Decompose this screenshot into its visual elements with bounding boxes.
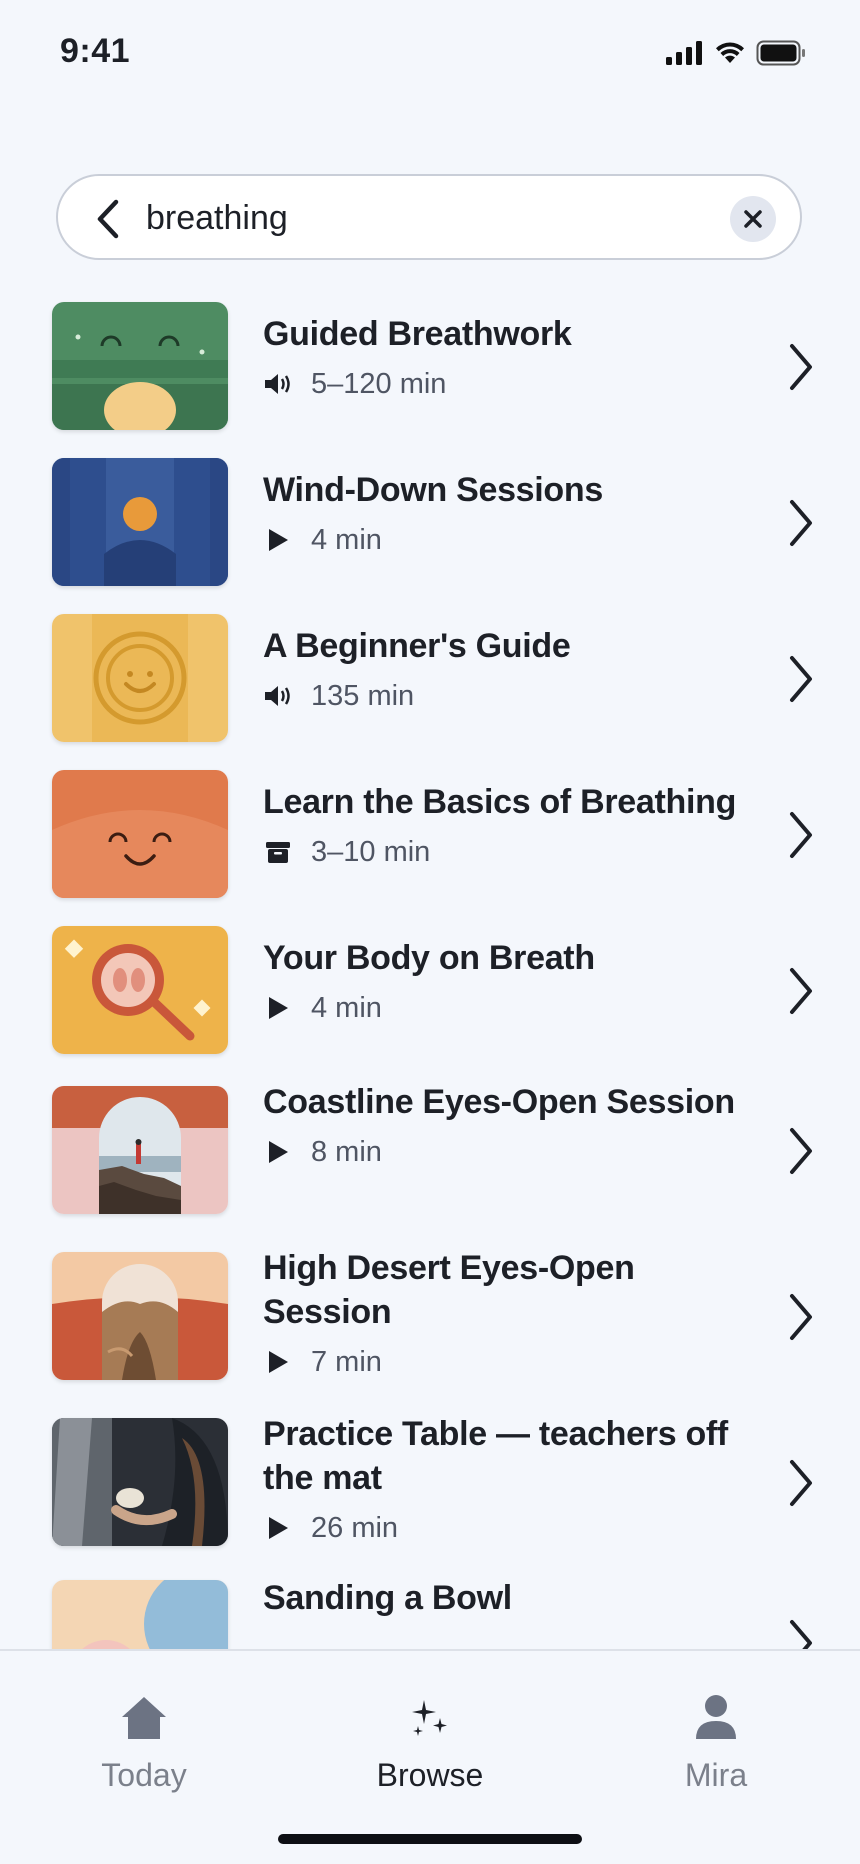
result-row-body-on-breath[interactable]: Your Body on Breath 4 min (0, 926, 860, 1054)
result-title: Learn the Basics of Breathing (263, 783, 737, 821)
result-thumbnail (52, 1418, 228, 1546)
result-thumbnail (52, 1086, 228, 1214)
chevron-right-icon (790, 500, 812, 546)
result-duration: 26 min (311, 1511, 399, 1544)
result-thumbnail (52, 926, 228, 1054)
tab-today[interactable]: Today (44, 1689, 244, 1809)
result-thumbnail (52, 770, 228, 898)
result-duration: 5–120 min (311, 367, 447, 400)
tab-mira[interactable]: Mira (616, 1689, 816, 1809)
play-icon (263, 525, 293, 555)
result-row-basics-of-breathing[interactable]: Learn the Basics of Breathing 3–10 min (0, 770, 860, 898)
result-duration: 4 min (311, 991, 382, 1024)
result-thumbnail (52, 1580, 228, 1650)
tab-browse[interactable]: Browse (330, 1689, 530, 1809)
clear-search-button[interactable] (730, 196, 776, 242)
chevron-right-icon (790, 1620, 812, 1650)
tab-label: Today (101, 1757, 187, 1793)
speaker-icon (263, 369, 293, 399)
chevron-right-icon (790, 968, 812, 1014)
result-title: Practice Table — teachers off the mat (263, 1415, 728, 1497)
result-row-practice-table[interactable]: Practice Table — teachers off the mat 26… (0, 1415, 860, 1546)
result-row-sanding-a-bowl[interactable]: Sanding a Bowl (0, 1579, 860, 1650)
chevron-right-icon (790, 1128, 812, 1174)
result-thumbnail (52, 614, 228, 742)
result-row-beginners-guide[interactable]: A Beginner's Guide 135 min (0, 614, 860, 742)
tab-label: Mira (684, 1757, 748, 1793)
result-row-coastline-eyes-open[interactable]: Coastline Eyes-Open Session 8 min (0, 1083, 860, 1214)
close-icon (744, 210, 762, 228)
result-title: Coastline Eyes-Open Session (263, 1083, 735, 1121)
search-input[interactable] (146, 192, 686, 244)
result-duration: 8 min (311, 1135, 382, 1168)
archive-icon (263, 837, 293, 867)
home-indicator (278, 1834, 582, 1844)
result-title: Sanding a Bowl (263, 1579, 512, 1617)
tab-label: Browse (376, 1757, 484, 1793)
result-duration: 3–10 min (311, 835, 431, 868)
tab-bar: Today Browse Mira (0, 1649, 860, 1864)
result-title: Guided Breathwork (263, 315, 572, 353)
chevron-right-icon (790, 344, 812, 390)
result-duration: 135 min (311, 679, 415, 712)
search-bar (56, 174, 802, 260)
play-icon (263, 1513, 293, 1543)
result-title: High Desert Eyes-Open Session (263, 1249, 635, 1331)
result-title: Wind-Down Sessions (263, 471, 603, 509)
play-icon (263, 1137, 293, 1167)
chevron-right-icon (790, 1294, 812, 1340)
play-icon (263, 993, 293, 1023)
result-row-guided-breathwork[interactable]: Guided Breathwork 5–120 min (0, 302, 860, 430)
result-thumbnail (52, 302, 228, 430)
result-row-high-desert-eyes-open[interactable]: High Desert Eyes-Open Session 7 min (0, 1249, 860, 1380)
result-title: Your Body on Breath (263, 939, 595, 977)
profile-icon (686, 1689, 746, 1745)
home-icon (114, 1689, 174, 1745)
play-icon (263, 1347, 293, 1377)
back-arrow-icon[interactable] (88, 197, 128, 241)
chevron-right-icon (790, 1460, 812, 1506)
result-thumbnail (52, 458, 228, 586)
search-results-screen: 9:41 Guided Breathwork 5–120 min Wind-Do… (0, 0, 860, 1864)
chevron-right-icon (790, 656, 812, 702)
sparkle-icon (400, 1689, 460, 1745)
result-duration: 4 min (311, 523, 382, 556)
result-thumbnail (52, 1252, 228, 1380)
result-duration: 7 min (311, 1345, 382, 1378)
result-row-wind-down-sessions[interactable]: Wind-Down Sessions 4 min (0, 458, 860, 586)
result-title: A Beginner's Guide (263, 627, 571, 665)
speaker-icon (263, 681, 293, 711)
chevron-right-icon (790, 812, 812, 858)
